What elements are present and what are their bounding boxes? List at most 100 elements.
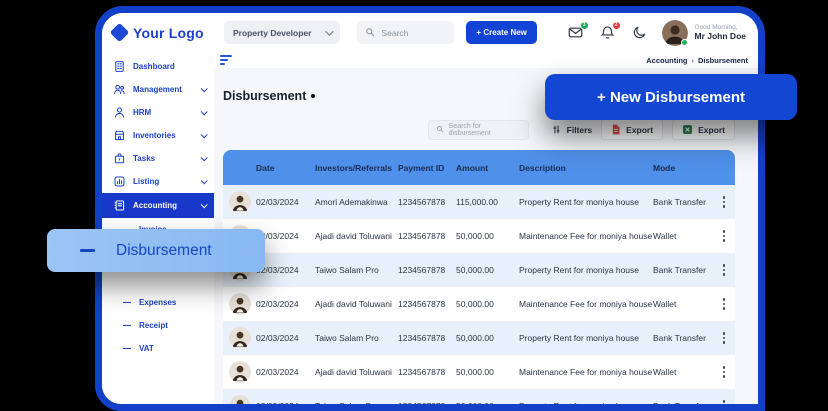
cell-mode: Wallet [653,367,713,377]
global-search-placeholder: Search [381,28,408,38]
sidebar-item-tasks[interactable]: Tasks [102,147,214,170]
cell-description: Property Rent for moniya house [519,197,653,207]
hrm-icon [113,106,126,119]
column-header-mode: Mode [653,163,713,173]
cell-payment-id: 1234567878 [398,197,456,207]
topbar-icons: 3 2 [568,25,648,41]
cell-amount: 50,000.00 [456,333,519,343]
column-header-description: Description [519,163,653,173]
investor-avatar [229,191,251,213]
create-new-button[interactable]: + Create New [466,21,536,44]
table-row[interactable]: 02/03/2024Ajadi david Toluwani1234567878… [223,287,735,321]
moon-icon [632,25,647,40]
title-dot [311,94,315,98]
sidebar-subitem-expenses[interactable]: Expenses [102,291,214,314]
pdf-file-icon [611,124,621,135]
cell-date: 02/03/2024 [256,333,315,343]
cell-mode: Wallet [653,299,713,309]
dash-icon [123,325,131,327]
inventories-icon [113,129,126,142]
breadcrumb-separator: › [691,56,694,65]
search-icon [436,125,444,135]
sidebar-subitem-receipt[interactable]: Receipt [102,314,214,337]
breadcrumb: Accounting › Disbursement [646,56,748,65]
app-logo[interactable]: Your Logo [112,25,224,41]
cell-investor: Amori Ademakinwa [315,197,398,207]
table-row[interactable]: 02/03/2024Taiwo Salam Pro123456787850,00… [223,321,735,355]
sidebar-item-inventories[interactable]: Inventories [102,124,214,147]
investor-avatar [229,361,251,383]
cell-investor: Ajadi david Toluwani [315,299,398,309]
callout-label: Disbursement [116,242,212,260]
chevron-down-icon [326,27,334,35]
messages-button[interactable]: 3 [568,25,584,41]
sidebar-item-accounting[interactable]: Accounting [102,193,214,218]
breadcrumb-accounting[interactable]: Accounting [646,56,687,65]
dark-mode-toggle[interactable] [632,25,648,41]
cell-payment-id: 1234567878 [398,299,456,309]
table-row[interactable]: 02/03/2024Ajadi david Toluwani1234567878… [223,355,735,389]
cell-amount: 115,000.00 [456,197,519,207]
organization-select-value: Property Developer [233,28,311,38]
table-row[interactable]: 02/03/2024Taiwo Salam Pro123456787850,00… [223,389,735,411]
menu-toggle-icon[interactable] [218,53,234,66]
chevron-down-icon [201,85,208,92]
export-excel-button[interactable]: Export [672,119,735,140]
column-header-investors-referrals: Investors/Referrals [315,163,398,173]
row-actions-kebab-icon[interactable] [713,329,735,346]
investor-avatar [229,327,251,349]
disbursement-search-input[interactable]: Search for disbursement [428,120,529,140]
row-actions-kebab-icon[interactable] [713,397,735,411]
filters-button[interactable]: Filters [551,119,593,140]
filters-icon [551,124,562,135]
page-title: Disbursement [223,89,306,103]
row-actions-kebab-icon[interactable] [713,261,735,278]
logo-diamond-icon [110,23,130,43]
row-actions-kebab-icon[interactable] [713,363,735,380]
row-actions-kebab-icon[interactable] [713,295,735,312]
management-icon [113,83,126,96]
user-menu[interactable]: Good Morning, Mr John Doe [662,20,746,46]
cell-description: Property Rent for moniya house [519,265,653,275]
cell-amount: 50,000.00 [456,401,519,411]
sidebar-item-hrm[interactable]: HRM [102,101,214,124]
organization-select[interactable]: Property Developer [224,21,340,44]
breadcrumb-disbursement[interactable]: Disbursement [698,56,748,65]
chevron-down-icon [201,108,208,115]
cell-investor: Taiwo Salam Pro [315,333,398,343]
cell-description: Property Rent for moniya house [519,401,653,411]
investor-avatar [229,293,251,315]
cell-amount: 50,000.00 [456,231,519,241]
table-row[interactable]: 02/03/2024Ajadi david Toluwani1234567878… [223,219,735,253]
cell-payment-id: 1234567878 [398,401,456,411]
cell-mode: Bank Transfer [653,265,713,275]
cell-mode: Bank Transfer [653,401,713,411]
cell-description: Maintenance Fee for moniya house [519,367,653,377]
cell-date: 02/03/2024 [256,299,315,309]
table-row[interactable]: 02/03/2024Taiwo Salam Pro123456787850,00… [223,253,735,287]
sidebar-subitem-vat[interactable]: VAT [102,337,214,360]
sidebar-item-listing[interactable]: Listing [102,170,214,193]
sidebar-disbursement-callout[interactable]: Disbursement [47,229,265,272]
sidebar-item-management[interactable]: Management [102,78,214,101]
sidebar-item-dashboard[interactable]: Dashboard [102,55,214,78]
sidebar-nav: DashboardManagementHRMInventoriesTasksLi… [102,55,214,218]
global-search-input[interactable]: Search [357,21,454,44]
table-row[interactable]: 02/03/2024Amori Ademakinwa1234567878115,… [223,185,735,219]
notifications-button[interactable]: 2 [600,25,616,41]
cell-investor: Ajadi david Toluwani [315,231,398,241]
new-disbursement-button[interactable]: + New Disbursement [545,74,797,120]
dash-icon [123,348,131,350]
cell-date: 02/03/2024 [256,265,315,275]
row-actions-kebab-icon[interactable] [713,227,735,244]
cell-investor: Taiwo Salam Pro [315,401,398,411]
table-toolbar: Search for disbursement Filters Export [223,119,735,140]
user-avatar [662,20,688,46]
row-actions-kebab-icon[interactable] [713,193,735,210]
export-pdf-button[interactable]: Export [601,119,663,140]
cell-investor: Taiwo Salam Pro [315,265,398,275]
column-header-payment-id: Payment ID [398,163,456,173]
app-window: Your Logo Property Developer Search + Cr… [95,6,765,411]
table-header-row: DateInvestors/ReferralsPayment IDAmountD… [223,150,735,185]
notifications-badge: 2 [612,21,621,30]
